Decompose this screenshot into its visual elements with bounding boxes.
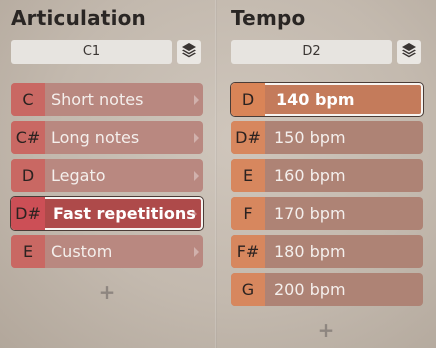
note-key: D# <box>11 197 45 230</box>
note-key: F# <box>231 235 265 268</box>
articulation-title: Articulation <box>11 6 146 30</box>
layers-icon <box>401 42 417 62</box>
tempo-panel: Tempo D2 D 140 bpm D# 150 bpm E 160 bpm <box>217 0 436 348</box>
note-key: C# <box>11 121 45 154</box>
tempo-label: 170 bpm <box>274 204 346 223</box>
tempo-row-200[interactable]: G 200 bpm <box>231 273 423 306</box>
articulation-label: Long notes <box>51 128 140 147</box>
chevron-right-icon <box>194 247 199 257</box>
note-key: E <box>231 159 265 192</box>
tempo-row-150[interactable]: D# 150 bpm <box>231 121 423 154</box>
articulation-row-legato[interactable]: D Legato <box>11 159 203 192</box>
articulation-label: Custom <box>51 242 113 261</box>
tempo-key-field[interactable]: D2 <box>231 40 392 64</box>
tempo-list: D 140 bpm D# 150 bpm E 160 bpm F 170 bpm… <box>231 83 423 311</box>
chevron-right-icon <box>192 209 197 219</box>
tempo-row-140[interactable]: D 140 bpm <box>231 83 423 116</box>
articulation-label: Short notes <box>51 90 144 109</box>
tempo-layers-button[interactable] <box>397 40 421 64</box>
articulation-layers-button[interactable] <box>177 40 201 64</box>
tempo-key-selector: D2 <box>231 40 423 64</box>
articulation-row-short-notes[interactable]: C Short notes <box>11 83 203 116</box>
tempo-row-180[interactable]: F# 180 bpm <box>231 235 423 268</box>
tempo-label: 150 bpm <box>274 128 346 147</box>
articulation-panel: Articulation C1 C Short notes C# Long no… <box>0 0 216 348</box>
tempo-label: 200 bpm <box>274 280 346 299</box>
tempo-label: 160 bpm <box>274 166 346 185</box>
note-key: F <box>231 197 265 230</box>
note-key: D <box>11 159 45 192</box>
add-articulation-button[interactable]: + <box>97 282 117 302</box>
chevron-right-icon <box>194 171 199 181</box>
note-key: C <box>11 83 45 116</box>
articulation-list: C Short notes C# Long notes D Legato D# … <box>11 83 203 273</box>
tempo-title: Tempo <box>231 6 306 30</box>
articulation-label: Fast repetitions <box>53 204 196 223</box>
layers-icon <box>181 42 197 62</box>
tempo-label: 140 bpm <box>276 90 355 109</box>
articulation-row-long-notes[interactable]: C# Long notes <box>11 121 203 154</box>
note-key: G <box>231 273 265 306</box>
articulation-key-selector: C1 <box>11 40 203 64</box>
add-tempo-button[interactable]: + <box>316 320 336 340</box>
articulation-row-fast-repetitions[interactable]: D# Fast repetitions <box>11 197 203 230</box>
note-key: D <box>231 83 265 116</box>
chevron-right-icon <box>194 95 199 105</box>
articulation-label: Legato <box>51 166 106 185</box>
note-key: D# <box>231 121 265 154</box>
tempo-label: 180 bpm <box>274 242 346 261</box>
tempo-row-170[interactable]: F 170 bpm <box>231 197 423 230</box>
chevron-right-icon <box>194 133 199 143</box>
articulation-key-field[interactable]: C1 <box>11 40 172 64</box>
articulation-row-custom[interactable]: E Custom <box>11 235 203 268</box>
tempo-row-160[interactable]: E 160 bpm <box>231 159 423 192</box>
note-key: E <box>11 235 45 268</box>
